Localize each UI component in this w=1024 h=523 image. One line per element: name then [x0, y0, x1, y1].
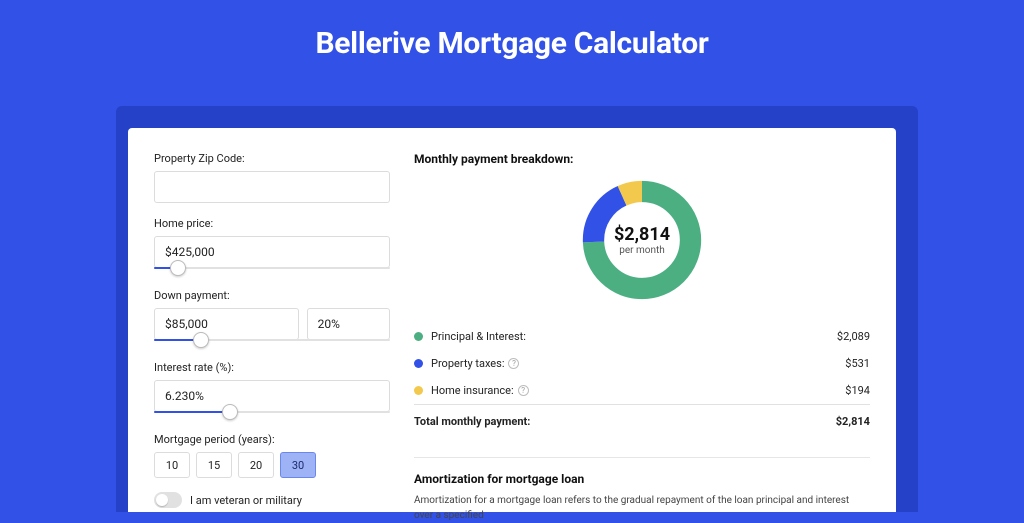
down-payment-label: Down payment: — [154, 289, 390, 302]
swatch-icon — [414, 359, 423, 368]
legend-amount: $531 — [845, 357, 870, 370]
slider-thumb-icon[interactable] — [170, 260, 186, 276]
down-payment-group: Down payment: — [154, 289, 390, 347]
period-row: 10152030 — [154, 452, 390, 478]
legend: Principal & Interest: $2,089 Property taxe… — [414, 322, 870, 435]
down-payment-slider[interactable] — [154, 337, 390, 347]
legend-row: Property taxes:? $531 — [414, 350, 870, 377]
legend-row: Principal & Interest: $2,089 — [414, 322, 870, 350]
amortization-title: Amortization for mortgage loan — [414, 472, 870, 486]
inputs-column: Property Zip Code: Home price: Down paym… — [154, 152, 390, 512]
slider-thumb-icon[interactable] — [193, 332, 209, 348]
period-button-30[interactable]: 30 — [280, 452, 316, 478]
period-button-15[interactable]: 15 — [196, 452, 232, 478]
donut-chart: $2,814 per month — [414, 176, 870, 304]
toggle-dot-icon — [156, 494, 168, 506]
period-label: Mortgage period (years): — [154, 433, 390, 446]
zip-group: Property Zip Code: — [154, 152, 390, 203]
legend-amount: $194 — [845, 384, 870, 397]
info-icon[interactable]: ? — [508, 358, 519, 369]
info-icon[interactable]: ? — [518, 385, 529, 396]
zip-input[interactable] — [154, 171, 390, 203]
home-price-label: Home price: — [154, 217, 390, 230]
breakdown-title: Monthly payment breakdown: — [414, 152, 870, 166]
amortization-section: Amortization for mortgage loan Amortizat… — [414, 457, 870, 523]
donut-center: $2,814 per month — [578, 176, 706, 304]
swatch-icon — [414, 332, 423, 341]
period-button-10[interactable]: 10 — [154, 452, 190, 478]
home-price-group: Home price: — [154, 217, 390, 275]
legend-row: Home insurance:? $194 — [414, 377, 870, 404]
total-amount: $2,814 — [836, 415, 870, 428]
veteran-label: I am veteran or military — [190, 494, 302, 507]
amortization-text: Amortization for a mortgage loan refers … — [414, 494, 870, 523]
period-button-20[interactable]: 20 — [238, 452, 274, 478]
interest-label: Interest rate (%): — [154, 361, 390, 374]
interest-slider[interactable] — [154, 409, 390, 419]
page-title: Bellerive Mortgage Calculator — [0, 0, 1024, 77]
down-payment-pct-input[interactable] — [307, 308, 390, 340]
interest-input[interactable] — [154, 380, 390, 412]
zip-label: Property Zip Code: — [154, 152, 390, 165]
slider-thumb-icon[interactable] — [222, 404, 238, 420]
home-price-slider[interactable] — [154, 265, 390, 275]
home-price-input[interactable] — [154, 236, 390, 268]
total-label: Total monthly payment: — [414, 415, 530, 428]
interest-group: Interest rate (%): — [154, 361, 390, 419]
legend-label: Property taxes:? — [431, 357, 519, 370]
period-group: Mortgage period (years): 10152030 — [154, 433, 390, 478]
legend-amount: $2,089 — [837, 330, 870, 343]
legend-label: Principal & Interest: — [431, 330, 526, 343]
breakdown-column: Monthly payment breakdown: $2,814 per mo… — [414, 152, 870, 512]
legend-total-row: Total monthly payment: $2,814 — [414, 404, 870, 435]
swatch-icon — [414, 386, 423, 395]
down-payment-input[interactable] — [154, 308, 299, 340]
legend-label: Home insurance:? — [431, 384, 529, 397]
donut-value: $2,814 — [614, 224, 670, 245]
veteran-toggle[interactable] — [154, 492, 182, 508]
veteran-toggle-row: I am veteran or military — [154, 492, 390, 508]
calculator-panel: Property Zip Code: Home price: Down paym… — [128, 128, 896, 512]
donut-sub: per month — [619, 245, 665, 256]
